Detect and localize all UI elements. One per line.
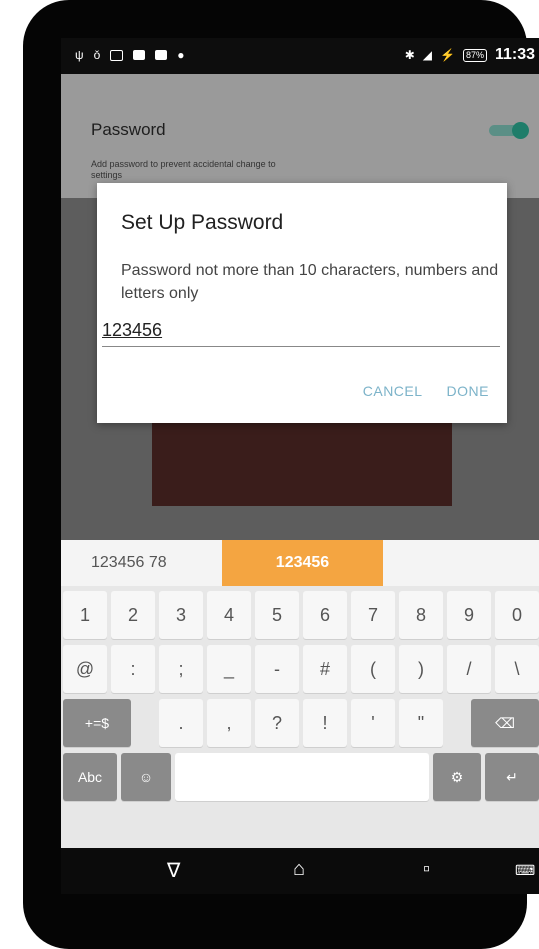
done-button[interactable]: DONE [447, 383, 489, 399]
navigation-bar: ∇ ⌂ ▫ ⌨ [61, 848, 539, 894]
key-7[interactable]: 7 [351, 591, 395, 639]
record-icon: ǒ [93, 48, 101, 62]
suggestion-item[interactable]: 123456 78 [91, 554, 167, 572]
dialog-message: Password not more than 10 characters, nu… [121, 262, 499, 302]
charging-icon: ⚡ [439, 48, 455, 62]
key-open-paren[interactable]: ( [351, 645, 395, 693]
settings-key[interactable]: ⚙ [433, 753, 481, 801]
keyboard: 1 2 3 4 5 6 7 8 9 0 @ : ; _ - # ( ) / \ … [61, 586, 539, 848]
key-hash[interactable]: # [303, 645, 347, 693]
password-toggle[interactable] [489, 122, 529, 139]
key-0[interactable]: 0 [495, 591, 539, 639]
suggestion-bar: 123456 78 123456 [61, 540, 539, 586]
voicemail-icon [133, 50, 146, 60]
recents-icon[interactable]: ▫ [423, 858, 430, 881]
key-semicolon[interactable]: ; [159, 645, 203, 693]
keyboard-switch-icon[interactable]: ⌨ [515, 862, 535, 879]
key-close-paren[interactable]: ) [399, 645, 443, 693]
key-question[interactable]: ? [255, 699, 299, 747]
key-quote[interactable]: " [399, 699, 443, 747]
set-password-dialog: Set Up Password Password not more than 1… [97, 183, 507, 423]
dialog-actions: CANCEL DONE [363, 383, 489, 399]
password-setting-row: Password Add password to prevent acciden… [61, 74, 539, 198]
photo-icon [155, 50, 168, 60]
backspace-key[interactable]: ⌫ [471, 699, 539, 747]
screen: ψ ǒ ● ✱ ◢ ⚡ 87% 11:33 Password Add passw… [61, 38, 539, 894]
bluetooth-icon: ✱ [404, 48, 415, 62]
key-colon[interactable]: : [111, 645, 155, 693]
emoji-icon: ☺ [138, 769, 154, 785]
toggle-thumb [512, 122, 529, 139]
key-9[interactable]: 9 [447, 591, 491, 639]
phone-frame: ψ ǒ ● ✱ ◢ ⚡ 87% 11:33 Password Add passw… [23, 0, 539, 949]
key-backslash[interactable]: \ [495, 645, 539, 693]
abc-key[interactable]: Abc [63, 753, 117, 801]
key-period[interactable]: . [159, 699, 203, 747]
keyboard-row-punctuation: +=$ . , ? ! ' " ⌫ [61, 698, 539, 748]
cancel-button[interactable]: CANCEL [363, 383, 423, 399]
signal-icon: ◢ [422, 48, 432, 62]
key-underscore[interactable]: _ [207, 645, 251, 693]
key-2[interactable]: 2 [111, 591, 155, 639]
location-icon: ● [177, 48, 185, 62]
key-8[interactable]: 8 [399, 591, 443, 639]
key-exclamation[interactable]: ! [303, 699, 347, 747]
key-4[interactable]: 4 [207, 591, 251, 639]
usb-icon: ψ [75, 48, 84, 62]
key-comma[interactable]: , [207, 699, 251, 747]
emoji-key[interactable]: ☺ [121, 753, 171, 801]
symbols-mode-key[interactable]: +=$ [63, 699, 131, 747]
key-3[interactable]: 3 [159, 591, 203, 639]
key-at[interactable]: @ [63, 645, 107, 693]
key-6[interactable]: 6 [303, 591, 347, 639]
enter-key[interactable]: ↵ [485, 753, 539, 801]
setting-title: Password [91, 120, 166, 139]
status-bar: ψ ǒ ● ✱ ◢ ⚡ 87% 11:33 [61, 38, 539, 74]
password-input[interactable] [102, 314, 500, 347]
background-panel [152, 422, 452, 506]
keyboard-row-symbols: @ : ; _ - # ( ) / \ [61, 644, 539, 694]
setting-subtitle: Add password to prevent accidental chang… [91, 159, 276, 180]
key-slash[interactable]: / [447, 645, 491, 693]
enter-icon: ↵ [506, 769, 518, 785]
clock: 11:33 [494, 46, 535, 63]
key-5[interactable]: 5 [255, 591, 299, 639]
gear-icon: ⚙ [450, 769, 464, 785]
suggestion-highlighted[interactable]: 123456 [222, 540, 383, 586]
backspace-icon: ⌫ [495, 715, 515, 731]
battery-level: 87% [462, 48, 487, 62]
dialog-title: Set Up Password [121, 211, 284, 234]
key-apostrophe[interactable]: ' [351, 699, 395, 747]
image-icon [110, 49, 124, 61]
keyboard-row-numbers: 1 2 3 4 5 6 7 8 9 0 [61, 590, 539, 640]
back-icon[interactable]: ∇ [167, 858, 180, 883]
key-1[interactable]: 1 [63, 591, 107, 639]
space-key[interactable] [175, 753, 429, 801]
status-right: ✱ ◢ ⚡ 87% 11:33 [405, 46, 535, 64]
home-icon[interactable]: ⌂ [293, 858, 305, 881]
status-left-icons: ψ ǒ ● [75, 48, 185, 62]
keyboard-row-bottom: Abc ☺ ⚙ ↵ [61, 752, 539, 802]
key-hyphen[interactable]: - [255, 645, 299, 693]
